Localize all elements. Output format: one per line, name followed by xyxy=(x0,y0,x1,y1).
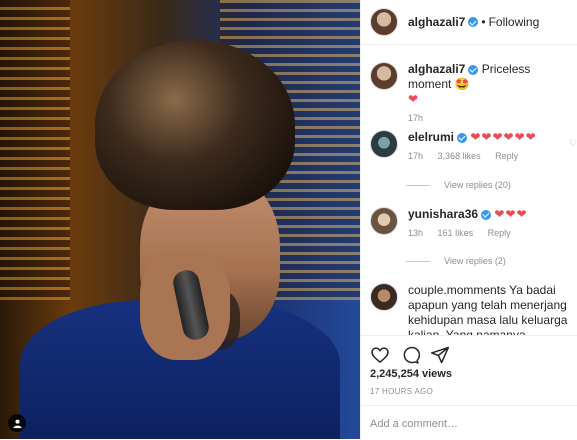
view-replies-button[interactable]: View replies (2) xyxy=(406,256,506,266)
share-icon[interactable] xyxy=(430,345,450,365)
verified-icon xyxy=(481,209,492,220)
author-username[interactable]: alghazali7 xyxy=(408,15,465,29)
post-timestamp[interactable]: 17 HOURS AGO xyxy=(370,387,433,396)
commenter-avatar[interactable] xyxy=(370,283,398,311)
post-header: alghazali7 • Following xyxy=(361,0,577,45)
comment-username[interactable]: alghazali7 xyxy=(408,62,465,76)
comment-likes[interactable]: 3,368 likes xyxy=(438,151,481,161)
reply-button[interactable]: Reply xyxy=(488,228,511,238)
comment-text: ❤❤❤ xyxy=(494,207,528,221)
add-comment-bar: Add a comment… xyxy=(361,405,577,440)
verified-icon xyxy=(457,132,468,143)
comment-likes[interactable]: 161 likes xyxy=(438,228,474,238)
comment-text: ❤❤❤❤❤❤ xyxy=(470,130,537,144)
stage-lights-left xyxy=(0,0,70,300)
post-actions: 2,245,254 views 17 HOURS AGO xyxy=(361,335,577,406)
comment-time: 13h xyxy=(408,228,424,238)
comment-emoji: ❤ xyxy=(408,92,420,106)
post-video[interactable] xyxy=(0,0,360,439)
fur-hat xyxy=(95,40,295,210)
comment-time: 17h xyxy=(408,151,424,161)
comment-item: yunishara36 ❤❤❤ 13h 161 likes Reply xyxy=(370,207,573,238)
comment-icon[interactable] xyxy=(400,345,420,365)
author-avatar[interactable] xyxy=(370,62,398,90)
person-icon xyxy=(12,419,22,428)
comment-username[interactable]: yunishara36 xyxy=(408,207,478,221)
following-button[interactable]: Following xyxy=(489,15,540,29)
commenter-avatar[interactable] xyxy=(370,130,398,158)
heart-outline-icon[interactable]: ♡ xyxy=(569,138,577,149)
view-replies-button[interactable]: View replies (20) xyxy=(406,180,511,190)
comment-item: couple.momments Ya badai apapun yang tel… xyxy=(370,283,573,335)
comment-username[interactable]: couple.momments xyxy=(408,283,506,297)
comment-time: 17h xyxy=(408,113,424,123)
commenter-avatar[interactable] xyxy=(370,207,398,235)
separator-dot: • xyxy=(481,15,486,29)
heart-icon[interactable] xyxy=(370,345,390,365)
author-avatar[interactable] xyxy=(370,8,398,36)
comment-item: elelrumi ❤❤❤❤❤❤ 17h 3,368 likes Reply ♡ xyxy=(370,130,577,161)
tagged-user-button[interactable] xyxy=(8,414,26,432)
verified-icon xyxy=(468,17,479,27)
comments-list: alghazali7 Priceless moment 🤩 ❤ 17h elel… xyxy=(361,45,577,335)
comment-username[interactable]: elelrumi xyxy=(408,130,454,144)
view-count[interactable]: 2,245,254 views xyxy=(370,368,452,380)
verified-icon xyxy=(468,64,479,75)
post-side-panel: alghazali7 • Following alghazali7 Pricel… xyxy=(360,0,577,439)
caption: alghazali7 Priceless moment 🤩 ❤ 17h xyxy=(370,62,573,123)
add-comment-input[interactable]: Add a comment… xyxy=(370,418,458,430)
reply-button[interactable]: Reply xyxy=(495,151,518,161)
